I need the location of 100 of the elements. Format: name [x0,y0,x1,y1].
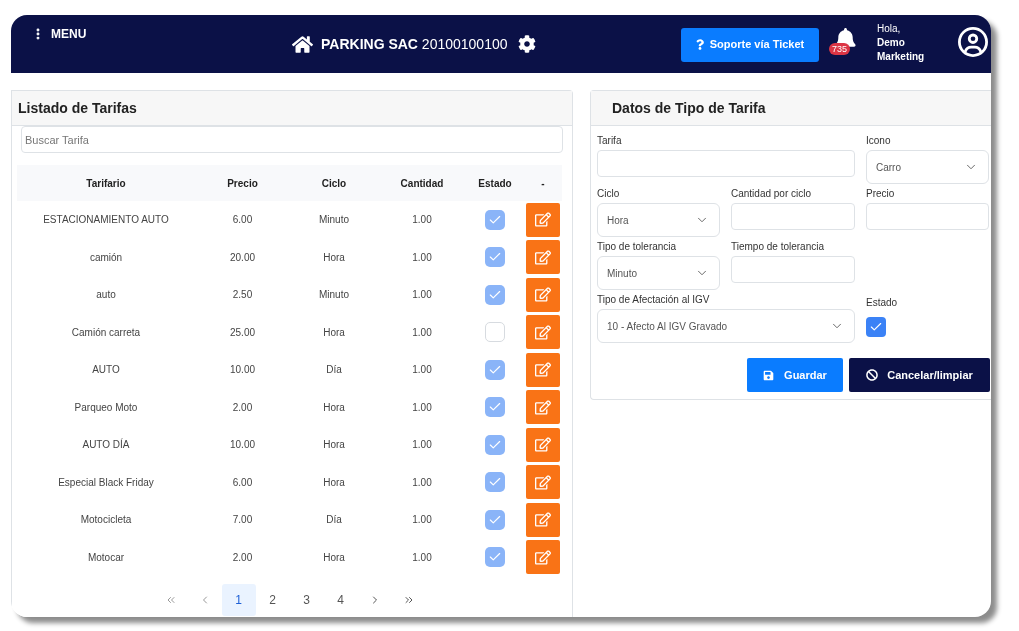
edit-icon [535,249,551,265]
status-checkbox[interactable] [485,397,505,418]
table-cell-text: Día [326,513,342,528]
field-label: Tiempo de tolerancia [731,240,824,254]
edit-icon [535,549,551,565]
field-label: Precio [866,187,895,201]
table-cell-text: 10.00 [230,363,255,378]
field-label: Cantidad por ciclo [731,187,812,201]
table-cell-text: camión [89,250,123,265]
edit-button[interactable] [526,540,560,575]
status-checkbox[interactable] [485,322,505,343]
edit-icon [535,399,551,415]
column-header: Estado [478,176,512,191]
search-field[interactable]: Buscar Tarifa [21,126,563,153]
table-cell-text: Camión carreta [71,325,141,340]
page-button[interactable]: 3 [289,584,324,616]
table-cell-text: 2.00 [232,400,253,415]
company-title: PARKING SAC 20100100100 [321,34,508,54]
table-cell-text: 1.00 [412,250,432,265]
double-chevron-right-icon [402,594,415,606]
status-checkbox[interactable] [485,209,505,230]
status-checkbox[interactable] [485,509,505,530]
page-button[interactable]: 4 [323,584,358,616]
table-cell-text: AUTO [92,363,120,378]
text-input[interactable] [731,203,855,230]
table-cell-text: 1.00 [412,325,432,340]
edit-button[interactable] [526,315,560,350]
table-cell-text: 1.00 [412,288,432,303]
text-input[interactable] [597,150,855,177]
user-name: Demo Marketing [877,36,926,64]
status-checkbox[interactable] [485,434,505,455]
edit-icon [535,287,551,303]
user-avatar-icon[interactable] [958,27,988,57]
text-input[interactable] [866,203,989,230]
select-field[interactable]: Minuto [597,256,720,290]
table-cell-text: Minuto [319,213,349,228]
edit-button[interactable] [526,427,560,462]
table-cell-text: Hora [323,250,345,265]
field-label: Tipo de tolerancia [597,240,677,254]
edit-button[interactable] [526,352,560,387]
table-cell-text: 25.00 [230,325,255,340]
table-cell-text: Minuto [319,288,349,303]
column-header: Precio [227,176,258,191]
edit-icon [535,362,551,378]
status-checkbox[interactable] [485,247,505,268]
menu-button[interactable]: MENU [31,27,87,41]
table-cell-text: 6.00 [232,475,253,490]
select-field[interactable]: Carro [866,150,989,184]
select-field[interactable]: Hora [597,203,720,237]
page-button[interactable]: 2 [255,584,290,616]
edit-icon [535,212,551,228]
table-cell: AUTO DÍA [82,437,130,453]
edit-button[interactable] [526,465,560,500]
table-cell-text: Hora [323,550,345,565]
support-button[interactable]: Soporte vía Ticket [681,27,819,62]
table-cell-text: Hora [323,325,345,340]
settings-icon[interactable] [517,35,536,53]
home-icon [292,34,313,54]
edit-button[interactable] [526,502,560,537]
select-field[interactable]: 10 - Afecto Al IGV Gravado [597,309,855,343]
table-cell-text: Hora [323,438,345,453]
panel-title: Listado de Tarifas [18,98,137,118]
table-cell-text: Parqueo Moto [74,400,138,415]
edit-icon [535,474,551,490]
edit-icon [535,437,551,453]
text-input[interactable] [731,256,855,283]
save-button[interactable]: Guardar [747,358,843,392]
status-checkbox[interactable] [866,317,886,337]
page-button[interactable]: 1 [221,584,256,616]
edit-button[interactable] [526,390,560,425]
status-checkbox[interactable] [485,547,505,568]
table-cell-text: 1.00 [412,438,432,453]
table-cell-text: 6.00 [232,213,253,228]
column-header: Cantidad [400,176,444,191]
field-label: Estado [866,296,898,310]
column-header: - [541,176,545,191]
edit-button[interactable] [526,277,560,312]
field-label: Icono [866,134,891,148]
table-cell-text: 2.50 [232,288,253,303]
panel-title: Datos de Tipo de Tarifa [612,98,766,118]
table-cell-text: ESTACIONAMIENTO AUTO [43,213,169,228]
table-cell-text: Hora [323,475,345,490]
field-label: Tarifa [597,134,622,148]
table-cell-text: 1.00 [412,213,432,228]
edit-button[interactable] [526,202,560,237]
edit-button[interactable] [526,240,560,275]
table-cell-text: 20.00 [230,250,255,265]
table-cell-text: 2.00 [232,550,253,565]
status-checkbox[interactable] [485,284,505,305]
table-cell-text: Día [326,363,342,378]
table-cell-text: Especial Black Friday [58,475,154,490]
table-cell-text: 1.00 [412,550,432,565]
status-checkbox[interactable] [485,359,505,380]
status-checkbox[interactable] [485,472,505,493]
ban-icon [866,369,879,381]
check-icon [869,320,883,334]
column-header: Ciclo [321,176,347,191]
cancel-button[interactable]: Cancelar/limpiar [849,358,990,392]
table-cell-text: Motocicleta [80,513,132,528]
table-cell-text: 7.00 [232,513,253,528]
